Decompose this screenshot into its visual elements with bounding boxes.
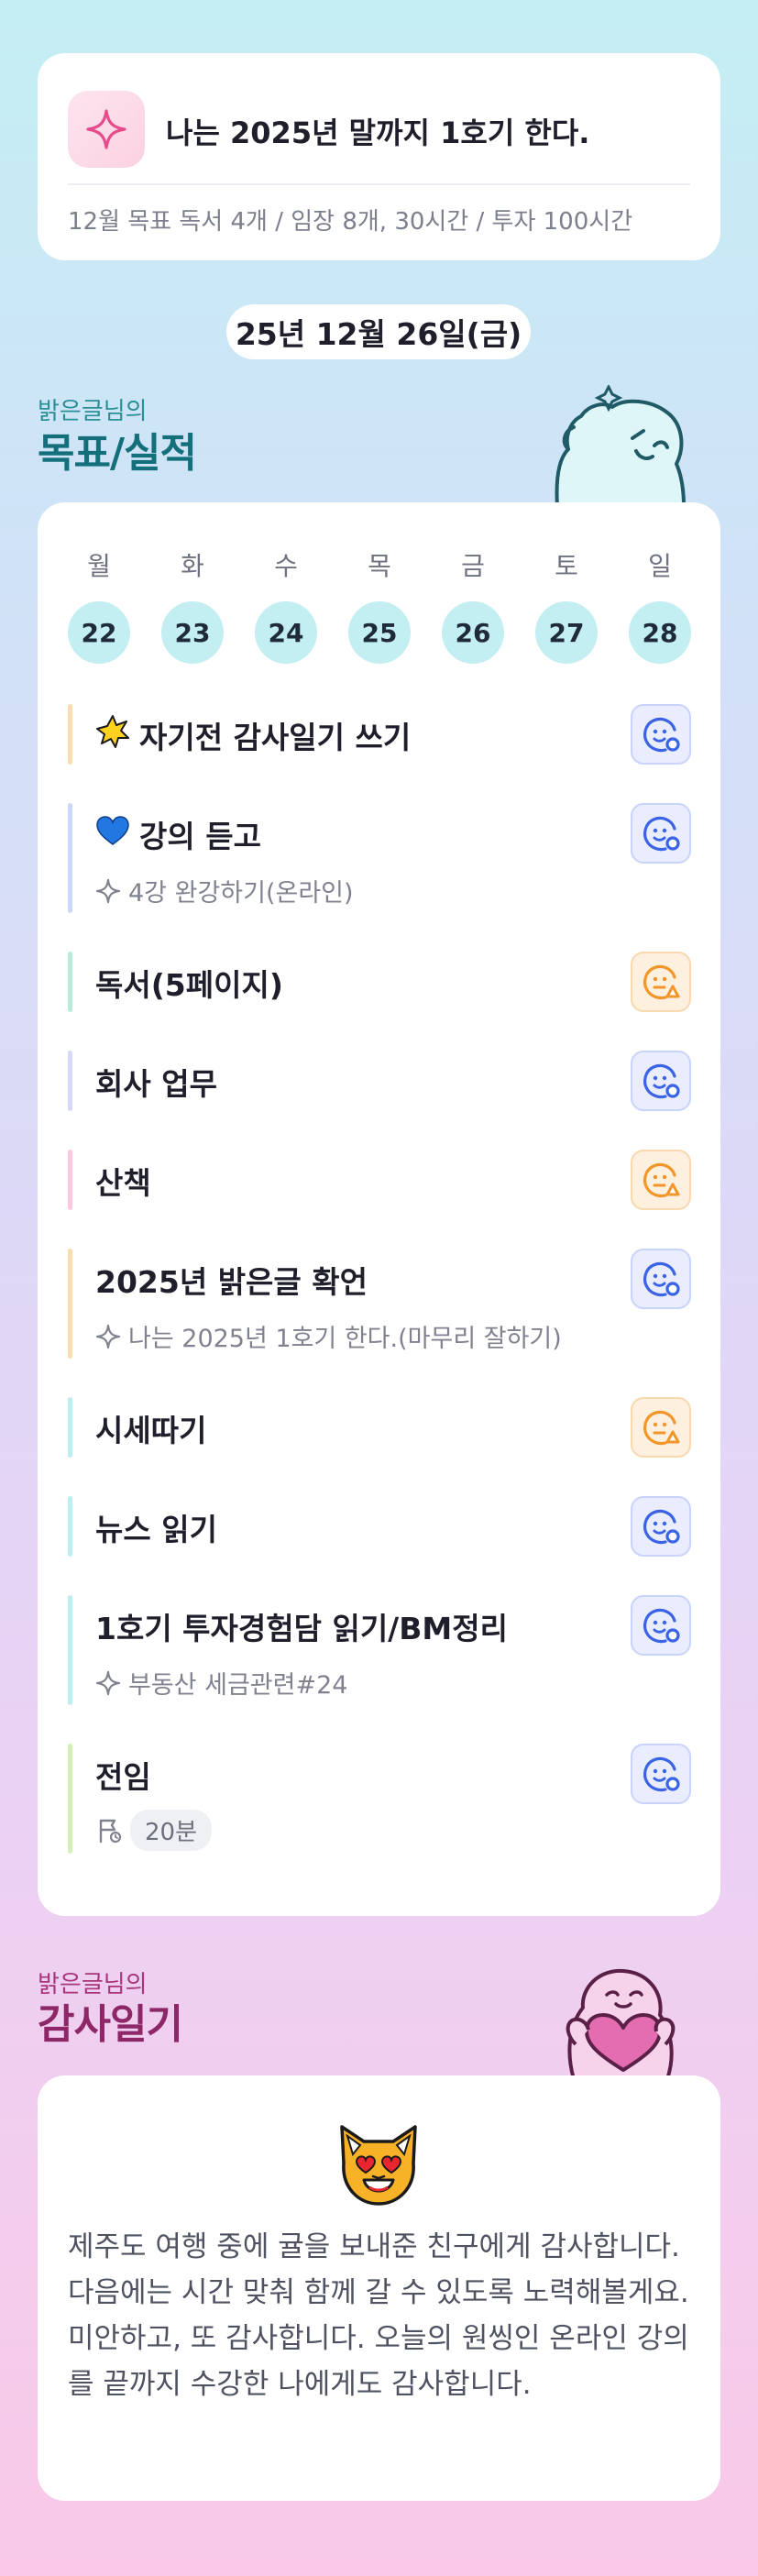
date-22[interactable]: 22 xyxy=(68,601,130,664)
smile-face-icon xyxy=(643,717,680,753)
heart-eyes-cat-icon xyxy=(333,2118,424,2209)
task-color-bar xyxy=(68,1397,72,1458)
pink-mascot-icon xyxy=(546,1962,693,2081)
status-badge-done[interactable] xyxy=(631,1595,691,1656)
gratitude-card: 제주도 여행 중에 귤을 보내준 친구에게 감사합니다. 다음에는 시간 맞춰 … xyxy=(38,2075,720,2501)
meh-face-icon xyxy=(643,1162,680,1198)
gratitude-text: 제주도 여행 중에 귤을 보내준 친구에게 감사합니다. 다음에는 시간 맞춰 … xyxy=(68,2230,689,2401)
smile-face-icon xyxy=(643,1756,680,1792)
status-badge-done[interactable] xyxy=(631,704,691,765)
weekday-fri: 금 xyxy=(461,551,485,581)
star-burst-icon xyxy=(95,714,130,756)
task-title: 2025년 밝은글 확언 xyxy=(95,1264,368,1300)
goals-card: 월 화 수 목 금 토 일 22 23 24 25 26 27 28 자기전 감… xyxy=(38,502,720,1916)
status-badge-partial[interactable] xyxy=(631,1150,691,1210)
task-subtask: 4강 완강하기(온라인) xyxy=(95,873,354,908)
task-title: 뉴스 읽기 xyxy=(95,1512,217,1547)
task-title: 시세따기 xyxy=(95,1413,207,1448)
date-pill[interactable]: 25년 12월 26일(금) xyxy=(226,304,531,359)
weekday-thu: 목 xyxy=(368,551,391,581)
smile-face-icon xyxy=(643,1063,680,1099)
weekday-wed: 수 xyxy=(274,551,298,581)
subtask-text: 나는 2025년 1호기 한다.(마무리 잘하기) xyxy=(128,1325,562,1353)
smile-face-icon xyxy=(643,1608,680,1644)
task-color-bar xyxy=(68,952,72,1012)
goal-subtitle: 12월 목표 독서 4개 / 임장 8개, 30시간 / 투자 100시간 xyxy=(68,208,633,236)
date-24[interactable]: 24 xyxy=(255,601,317,664)
task-item[interactable]: 회사 업무 xyxy=(68,1051,691,1111)
task-time: 20분 xyxy=(95,1810,213,1851)
teal-mascot-icon xyxy=(548,383,695,508)
status-badge-done[interactable] xyxy=(631,1496,691,1557)
sparkle-outline-icon xyxy=(95,1324,121,1349)
status-badge-done[interactable] xyxy=(631,803,691,864)
task-item[interactable]: 산책 xyxy=(68,1150,691,1210)
smile-face-icon xyxy=(643,1261,680,1297)
task-item[interactable]: 강의 듣고 4강 완강하기(온라인) xyxy=(68,803,691,913)
smile-face-icon xyxy=(643,1509,680,1545)
task-title-row: 자기전 감사일기 쓰기 xyxy=(95,713,411,757)
task-subtask: 부동산 세금관련#24 xyxy=(95,1665,347,1701)
sparkle-outline-icon xyxy=(95,878,121,903)
subtask-text: 부동산 세금관련#24 xyxy=(128,1671,348,1700)
task-title: 전임 xyxy=(95,1759,151,1795)
section-title-gratitude: 감사일기 xyxy=(38,2001,183,2048)
task-title: 자기전 감사일기 쓰기 xyxy=(139,720,412,755)
date-25[interactable]: 25 xyxy=(348,601,411,664)
date-28[interactable]: 28 xyxy=(629,601,691,664)
smile-face-icon xyxy=(643,816,680,852)
date-26[interactable]: 26 xyxy=(442,601,504,664)
task-color-bar xyxy=(68,704,72,765)
subtask-text: 4강 완강하기(온라인) xyxy=(128,879,354,908)
task-title: 독서(5페이지) xyxy=(95,967,283,1003)
time-chip: 20분 xyxy=(130,1810,213,1851)
divider xyxy=(68,183,690,185)
sparkle-icon xyxy=(68,91,145,168)
task-item[interactable]: 시세따기 xyxy=(68,1397,691,1458)
task-item[interactable]: 전임 20분 xyxy=(68,1744,691,1854)
task-color-bar xyxy=(68,803,72,913)
task-item[interactable]: 자기전 감사일기 쓰기 xyxy=(68,704,691,765)
task-color-bar xyxy=(68,1496,72,1557)
section-title-goals: 목표/실적 xyxy=(38,430,197,477)
weekday-sun: 일 xyxy=(648,551,672,581)
status-badge-done[interactable] xyxy=(631,1051,691,1111)
task-color-bar xyxy=(68,1744,72,1854)
task-title: 산책 xyxy=(95,1165,151,1201)
task-subtask: 나는 2025년 1호기 한다.(마무리 잘하기) xyxy=(95,1318,562,1354)
task-color-bar xyxy=(68,1051,72,1111)
task-title: 강의 듣고 xyxy=(139,819,261,854)
task-item[interactable]: 독서(5페이지) xyxy=(68,952,691,1012)
sparkle-outline-icon xyxy=(95,1670,121,1695)
weekday-sat: 토 xyxy=(555,551,578,581)
weekday-tue: 화 xyxy=(181,551,204,581)
status-badge-done[interactable] xyxy=(631,1249,691,1309)
status-badge-partial[interactable] xyxy=(631,1397,691,1458)
task-color-bar xyxy=(68,1150,72,1210)
goal-card: 나는 2025년 말까지 1호기 한다. 12월 목표 독서 4개 / 임장 8… xyxy=(38,53,720,260)
flag-clock-icon xyxy=(99,1819,122,1843)
status-badge-partial[interactable] xyxy=(631,952,691,1012)
goal-title: 나는 2025년 말까지 1호기 한다. xyxy=(166,116,590,150)
meh-face-icon xyxy=(643,964,680,1000)
task-title-row: 강의 듣고 xyxy=(95,812,261,856)
task-title: 1호기 투자경험담 읽기/BM정리 xyxy=(95,1611,508,1646)
meh-face-icon xyxy=(643,1410,680,1446)
date-27[interactable]: 27 xyxy=(535,601,598,664)
blue-heart-icon xyxy=(95,815,130,853)
status-badge-done[interactable] xyxy=(631,1744,691,1804)
task-item[interactable]: 뉴스 읽기 xyxy=(68,1496,691,1557)
task-item[interactable]: 2025년 밝은글 확언 나는 2025년 1호기 한다.(마무리 잘하기) xyxy=(68,1249,691,1359)
task-color-bar xyxy=(68,1249,72,1359)
date-23[interactable]: 23 xyxy=(161,601,224,664)
task-item[interactable]: 1호기 투자경험담 읽기/BM정리 부동산 세금관련#24 xyxy=(68,1595,691,1705)
task-title: 회사 업무 xyxy=(95,1066,217,1102)
weekday-mon: 월 xyxy=(87,551,111,581)
task-color-bar xyxy=(68,1595,72,1705)
